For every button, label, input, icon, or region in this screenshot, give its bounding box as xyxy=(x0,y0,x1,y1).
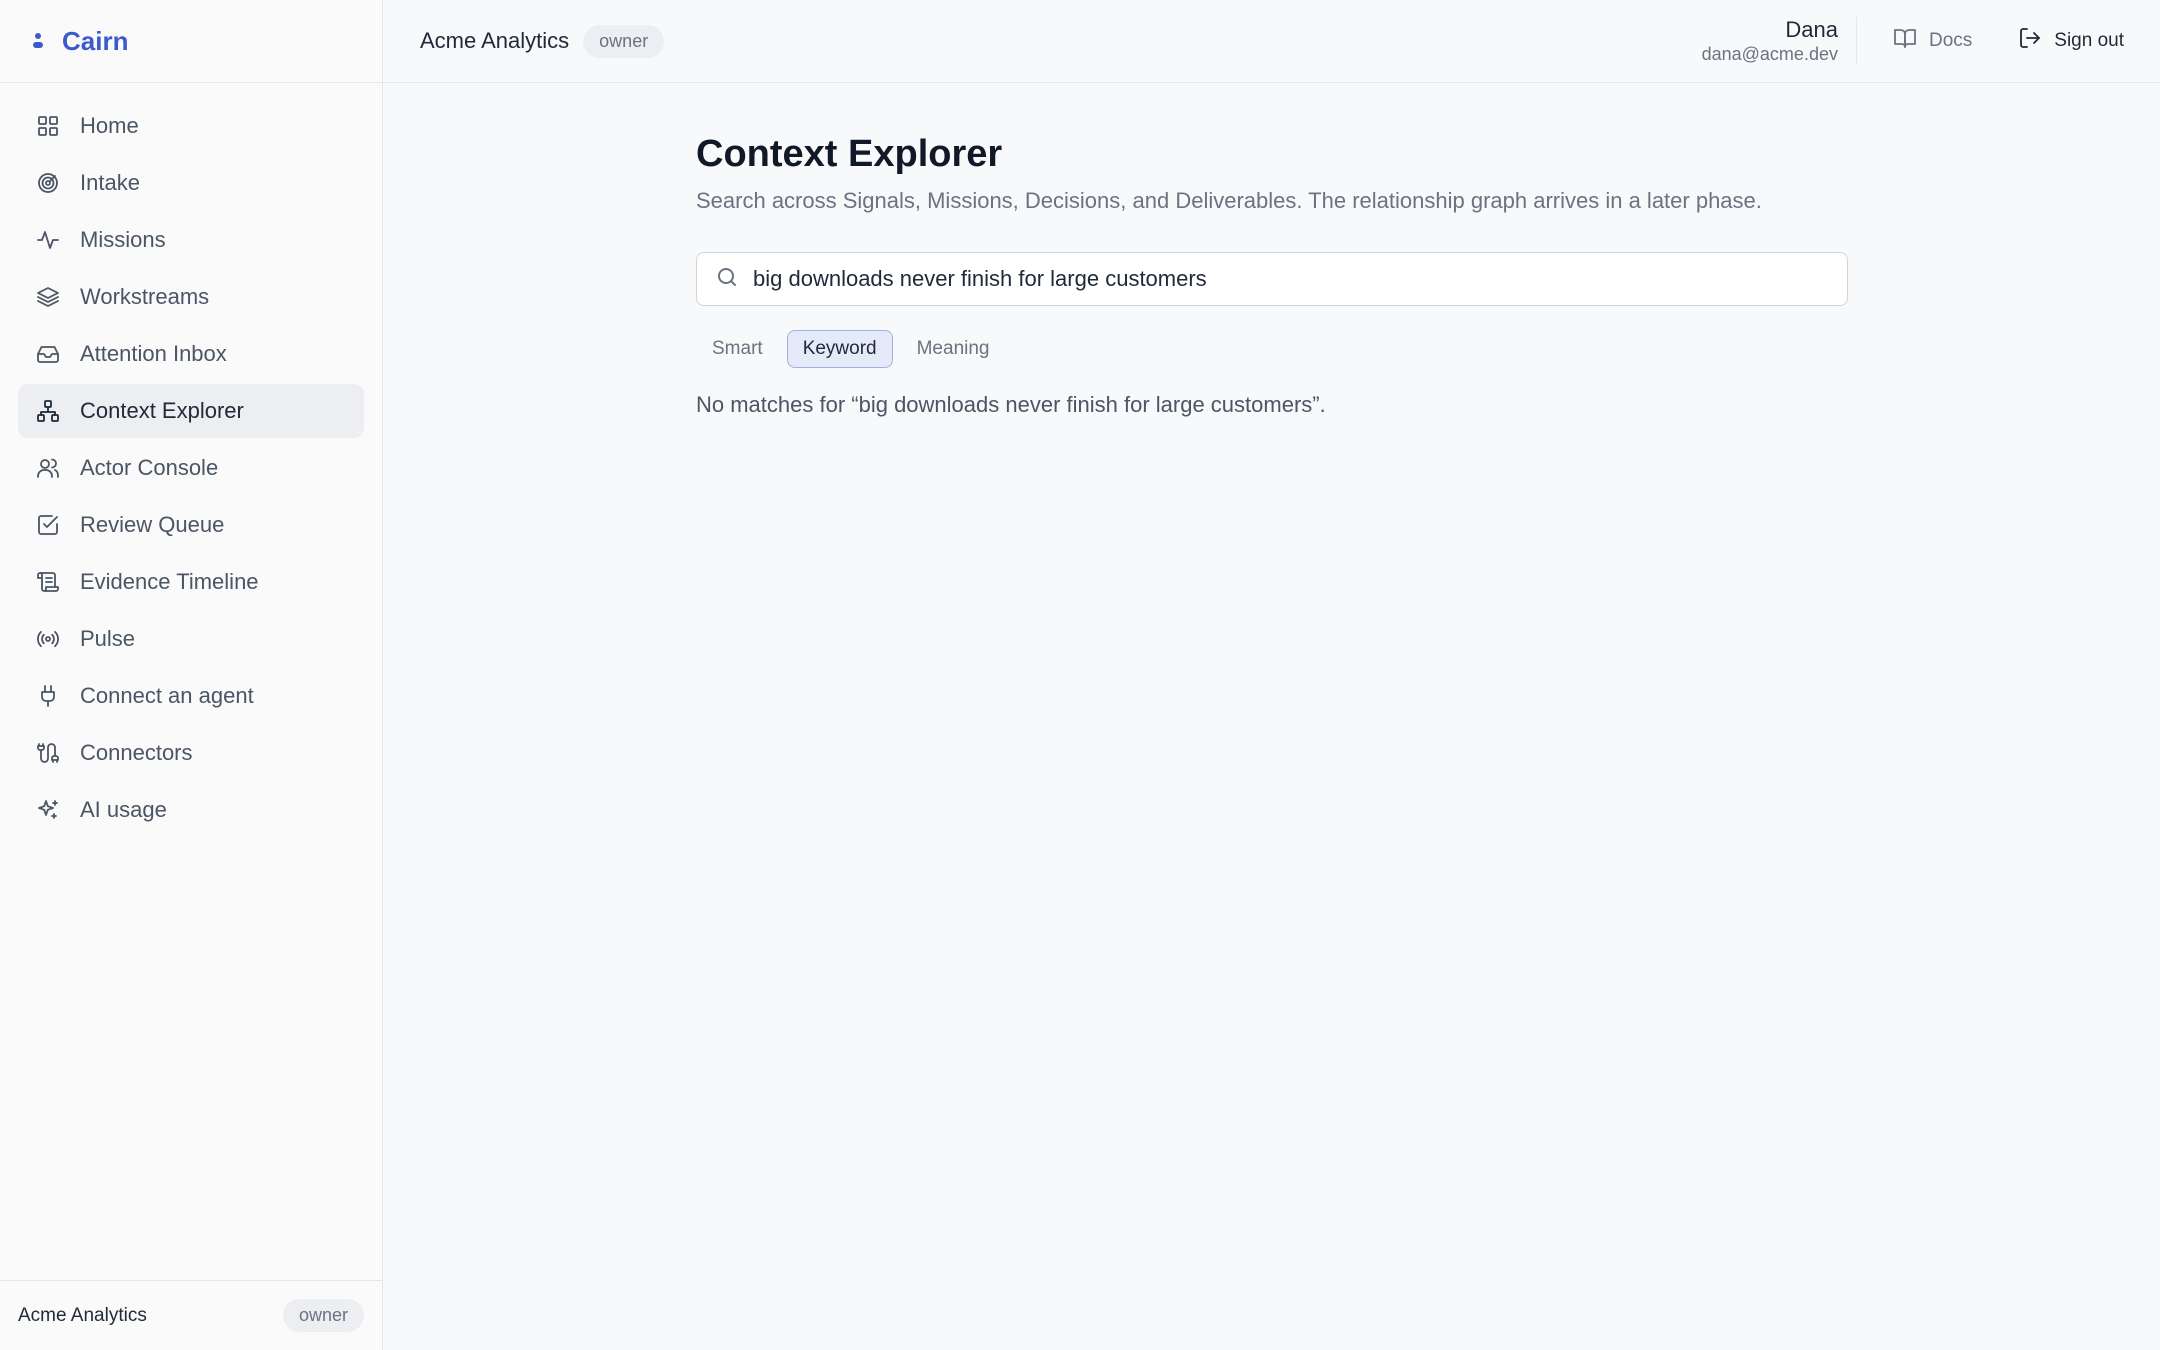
check-square-icon xyxy=(36,513,60,537)
sidebar-item-intake[interactable]: Intake xyxy=(18,156,364,210)
search-input[interactable] xyxy=(753,266,1803,292)
brand-name: Cairn xyxy=(62,25,129,56)
radio-icon xyxy=(36,627,60,651)
sidebar-item-home[interactable]: Home xyxy=(18,99,364,153)
no-results-message: No matches for “big downloads never fini… xyxy=(696,392,1326,417)
docs-link[interactable]: Docs xyxy=(1893,26,1972,56)
sidebar-item-connectors[interactable]: Connectors xyxy=(18,726,364,780)
sidebar-item-attention-inbox[interactable]: Attention Inbox xyxy=(18,327,364,381)
book-icon xyxy=(1893,26,1917,56)
plug-icon xyxy=(36,684,60,708)
cable-icon xyxy=(36,741,60,765)
sidebar-item-label: Workstreams xyxy=(80,284,210,309)
topbar: Acme Analytics owner Dana dana@acme.dev … xyxy=(383,0,2160,83)
target-icon xyxy=(36,171,60,195)
network-icon xyxy=(36,399,60,423)
topbar-org-name: Acme Analytics xyxy=(420,28,570,53)
footer-org-name: Acme Analytics xyxy=(18,1304,147,1326)
sidebar-item-label: Actor Console xyxy=(80,455,219,480)
sparkles-icon xyxy=(36,798,60,822)
search-icon xyxy=(715,265,739,294)
search-box[interactable] xyxy=(696,252,1848,306)
sidebar-item-workstreams[interactable]: Workstreams xyxy=(18,270,364,324)
footer-role-badge: owner xyxy=(282,1299,364,1332)
sidebar-item-label: Evidence Timeline xyxy=(80,569,259,594)
docs-label: Docs xyxy=(1928,30,1973,51)
sidebar-item-label: Review Queue xyxy=(80,512,225,537)
topbar-role-badge: owner xyxy=(583,24,665,58)
user-name: Dana xyxy=(1785,17,1838,42)
mode-tab-meaning[interactable]: Meaning xyxy=(901,330,1006,368)
mode-tab-smart[interactable]: Smart xyxy=(696,330,779,368)
sidebar-item-review-queue[interactable]: Review Queue xyxy=(18,498,364,552)
sidebar-item-label: AI usage xyxy=(80,797,167,822)
users-icon xyxy=(36,456,60,480)
sidebar-item-ai-usage[interactable]: AI usage xyxy=(18,783,364,837)
layers-icon xyxy=(36,285,60,309)
grid-icon xyxy=(36,114,60,138)
sidebar-item-label: Pulse xyxy=(80,626,136,651)
sidebar-nav: Home Intake Missions Workstreams Attenti… xyxy=(0,83,382,1280)
sidebar-item-label: Missions xyxy=(80,227,166,252)
sidebar-item-label: Connectors xyxy=(80,740,193,765)
sidebar-item-evidence-timeline[interactable]: Evidence Timeline xyxy=(18,555,364,609)
page-title: Context Explorer xyxy=(696,133,1003,175)
sidebar-item-connect-agent[interactable]: Connect an agent xyxy=(18,669,364,723)
scroll-icon xyxy=(36,570,60,594)
sign-out-button[interactable]: Sign out xyxy=(2018,26,2124,56)
user-info: Dana dana@acme.dev xyxy=(1702,17,1857,65)
sidebar-item-pulse[interactable]: Pulse xyxy=(18,612,364,666)
activity-icon xyxy=(36,228,60,252)
log-out-icon xyxy=(2018,26,2042,56)
sidebar-item-label: Connect an agent xyxy=(80,683,254,708)
sidebar-item-label: Home xyxy=(80,113,139,138)
brand[interactable]: Cairn xyxy=(0,0,382,83)
sidebar-item-label: Context Explorer xyxy=(80,398,244,423)
main-area: Acme Analytics owner Dana dana@acme.dev … xyxy=(383,0,2160,1350)
cairn-logo-icon xyxy=(28,31,48,51)
search-mode-tabs: Smart Keyword Meaning xyxy=(696,330,2160,368)
sidebar-item-actor-console[interactable]: Actor Console xyxy=(18,441,364,495)
topbar-actions: Dana dana@acme.dev Docs Sign out xyxy=(1702,17,2124,65)
sidebar-item-missions[interactable]: Missions xyxy=(18,213,364,267)
sidebar-item-label: Attention Inbox xyxy=(80,341,227,366)
org-switcher[interactable]: Acme Analytics owner xyxy=(420,24,665,58)
sidebar-footer: Acme Analytics owner xyxy=(0,1280,382,1350)
user-email: dana@acme.dev xyxy=(1701,44,1838,64)
sidebar-item-context-explorer[interactable]: Context Explorer xyxy=(18,384,364,438)
inbox-icon xyxy=(36,342,60,366)
sign-out-label: Sign out xyxy=(2054,30,2124,51)
page-subtitle: Search across Signals, Missions, Decisio… xyxy=(696,188,1762,213)
context-explorer-page: Context Explorer Search across Signals, … xyxy=(383,83,2160,418)
sidebar-item-label: Intake xyxy=(80,170,140,195)
mode-tab-keyword[interactable]: Keyword xyxy=(786,330,893,368)
sidebar: Cairn Home Intake Missions Workstreams A… xyxy=(0,0,383,1350)
